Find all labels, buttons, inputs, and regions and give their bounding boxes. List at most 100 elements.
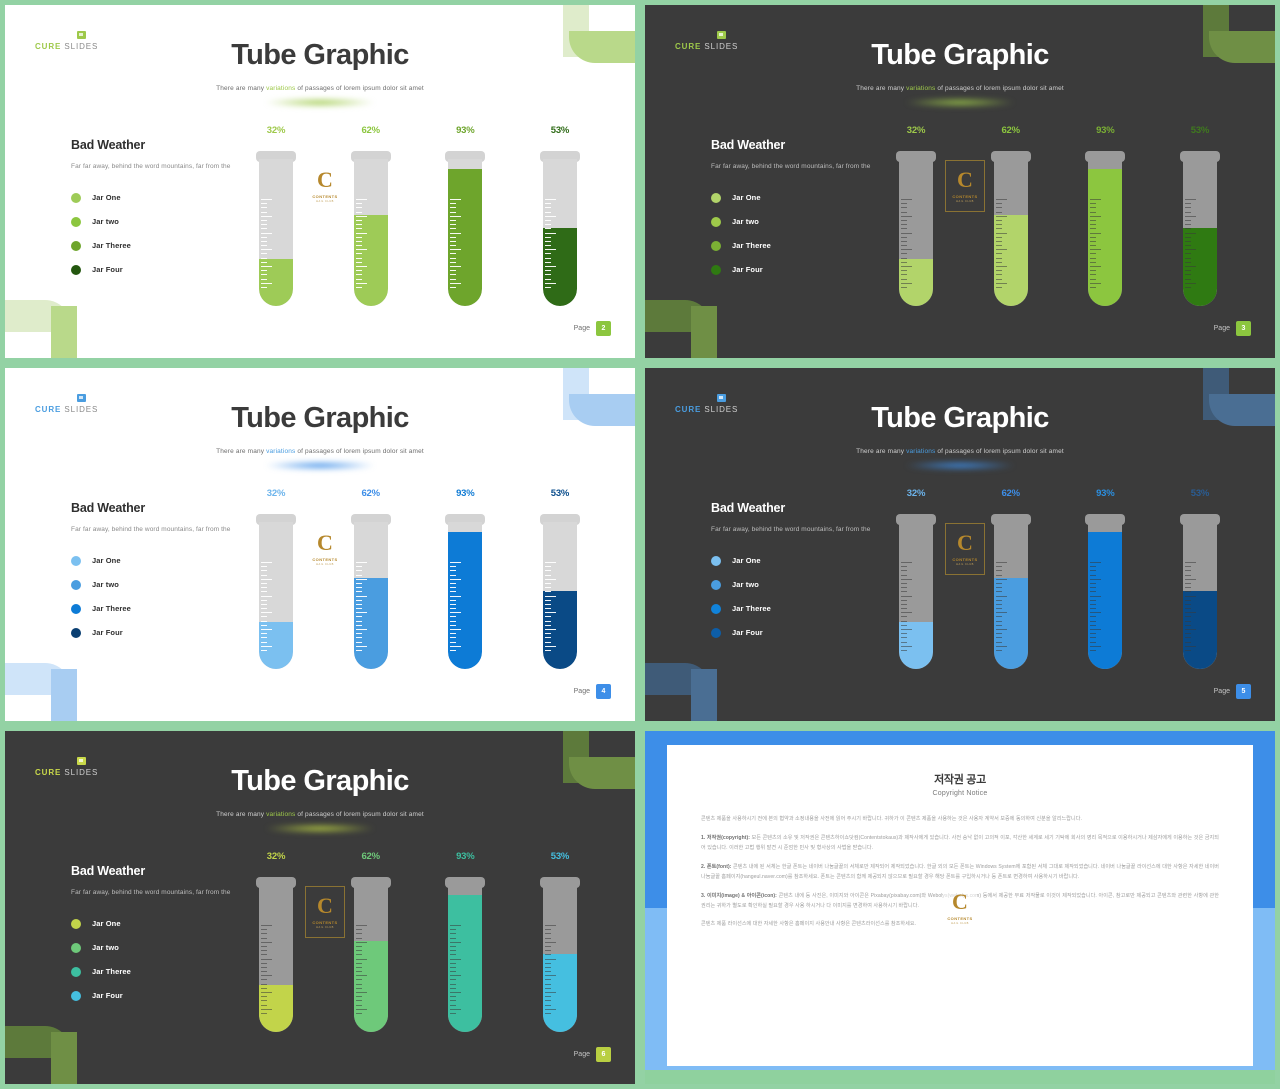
legend-item[interactable]: Jar two	[71, 210, 231, 234]
tube-tick	[544, 562, 556, 563]
tube-column[interactable]: 62%	[348, 851, 394, 1051]
tube-tick	[450, 958, 462, 960]
tube-tick	[995, 595, 1007, 597]
legend-item[interactable]: Jar Four	[71, 984, 231, 1008]
tube-column[interactable]: 53%	[537, 125, 583, 325]
tube-tick	[901, 249, 912, 251]
legend-item[interactable]: Jar One	[711, 549, 871, 573]
tube-tick	[544, 224, 551, 226]
tube-graphic	[256, 151, 296, 306]
tube-tick	[355, 603, 362, 605]
info-panel: Bad Weather Far far away, behind the word…	[711, 138, 871, 282]
slide-copyright-notice: 저작권 공고 Copyright Notice 콘텐츠 제품을 사용하시기 전에 본…	[645, 731, 1275, 1084]
tube-column[interactable]: 93%	[442, 488, 488, 688]
tube-tick	[450, 954, 457, 956]
slide-subtitle: There are many variations of passages of…	[216, 85, 424, 92]
legend-item[interactable]: Jar two	[711, 573, 871, 597]
tube-tick	[544, 620, 551, 622]
legend-item[interactable]: Jar One	[71, 549, 231, 573]
tube-tick	[544, 954, 551, 956]
contents-watermark: C CONTENTS HAIL CLUB	[305, 523, 345, 575]
watermark-line2: HAIL CLUB	[951, 921, 969, 925]
legend-item[interactable]: Jar two	[711, 210, 871, 234]
tube-column[interactable]: 32%	[893, 125, 939, 325]
legend-item[interactable]: Jar One	[71, 912, 231, 936]
tube-column[interactable]: 93%	[1082, 125, 1128, 325]
tube-graphic	[990, 151, 1031, 306]
tube-tick	[901, 236, 907, 238]
tube-tick	[544, 941, 556, 943]
tube-tick	[1090, 612, 1102, 614]
tube-tick	[261, 582, 267, 584]
tube-tick	[1184, 266, 1196, 267]
tube-tick	[901, 633, 907, 635]
panel-description: Far far away, behind the word mountains,…	[711, 163, 871, 170]
legend-item[interactable]: Jar two	[71, 936, 231, 960]
tube-column[interactable]: 32%	[893, 488, 939, 688]
tube-column[interactable]: 32%	[253, 851, 299, 1051]
tube-tick	[450, 603, 457, 605]
legend-item[interactable]: Jar two	[71, 573, 231, 597]
tube-scale-ticks	[450, 562, 462, 651]
tube-tick	[1184, 224, 1191, 226]
tube-tick	[1184, 629, 1196, 630]
page-indicator: Page 3	[1214, 321, 1251, 336]
tube-tick	[995, 641, 1002, 643]
page-label: Page	[573, 688, 590, 695]
tube-tick	[1090, 199, 1102, 200]
tube-tick	[1184, 591, 1191, 593]
legend-item[interactable]: Jar Four	[71, 621, 231, 645]
tube-column[interactable]: 32%	[253, 488, 299, 688]
tube-column[interactable]: 93%	[442, 125, 488, 325]
tube-tick	[355, 582, 362, 584]
legend-item-label: Jar two	[92, 217, 119, 227]
legend-item[interactable]: Jar Theree	[71, 234, 231, 258]
tube-tick	[261, 591, 267, 593]
tube-column[interactable]: 93%	[1082, 488, 1128, 688]
tube-tick	[261, 232, 272, 234]
tube-column[interactable]: 62%	[988, 125, 1034, 325]
legend-item[interactable]: Jar One	[711, 186, 871, 210]
tube-scale-ticks	[450, 199, 462, 288]
tube-tick	[450, 925, 462, 926]
tube-tick	[995, 637, 1002, 639]
tube-tick	[544, 245, 551, 247]
tube-tick	[261, 1004, 267, 1006]
tube-column[interactable]: 62%	[988, 488, 1034, 688]
legend-item[interactable]: Jar Four	[711, 258, 871, 282]
legend-item[interactable]: Jar Theree	[71, 597, 231, 621]
page-indicator: Page 6	[574, 1047, 611, 1062]
legend-color-swatch	[71, 216, 81, 227]
tube-tick	[450, 612, 462, 614]
tube-tick	[544, 933, 551, 935]
panel-heading: Bad Weather	[711, 138, 785, 152]
legend-item[interactable]: Jar Theree	[711, 597, 871, 621]
panel-description: Far far away, behind the word mountains,…	[71, 526, 231, 533]
tube-tick	[995, 570, 1002, 572]
legend-item-label: Jar One	[732, 193, 761, 203]
tube-column[interactable]: 62%	[348, 488, 394, 688]
tube-column[interactable]: 32%	[253, 125, 299, 325]
tube-column[interactable]: 53%	[537, 488, 583, 688]
legend-item[interactable]: Jar One	[71, 186, 231, 210]
legend-item[interactable]: Jar Theree	[711, 234, 871, 258]
watermark-line2: HAIL CLUB	[316, 200, 334, 203]
tube-tick	[1184, 612, 1196, 614]
tube-tick	[901, 608, 907, 610]
tube-graphic	[539, 514, 580, 669]
tube-column[interactable]: 93%	[442, 851, 488, 1051]
legend-item[interactable]: Jar Four	[71, 258, 231, 282]
title-underglow	[265, 824, 375, 833]
legend-item[interactable]: Jar Four	[711, 621, 871, 645]
tube-tick	[1090, 282, 1102, 284]
tube-column[interactable]: 62%	[348, 125, 394, 325]
legend-item[interactable]: Jar Theree	[71, 960, 231, 984]
tube-column[interactable]: 53%	[1177, 125, 1223, 325]
tube-percent-label: 93%	[1096, 488, 1115, 499]
tube-column[interactable]: 53%	[537, 851, 583, 1051]
tube-tick	[450, 962, 457, 964]
tube-column[interactable]: 53%	[1177, 488, 1223, 688]
tube-tick	[901, 253, 907, 255]
tube-tick	[544, 203, 551, 205]
tube-tick	[1184, 603, 1191, 605]
